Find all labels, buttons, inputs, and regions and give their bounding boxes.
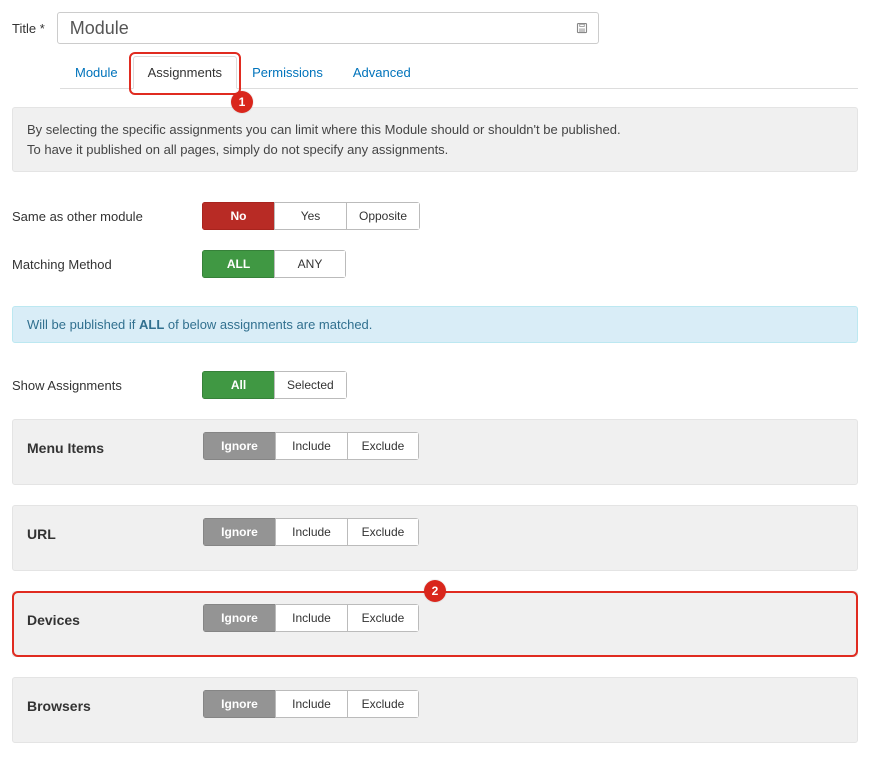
hint-prefix: Will be published if [27, 317, 139, 332]
info-line-2: To have it published on all pages, simpl… [27, 140, 843, 160]
same-as-segmented: NoYesOpposite [202, 202, 420, 230]
assign-segmented: IgnoreIncludeExclude [203, 690, 419, 718]
assign-opt-exclude[interactable]: Exclude [347, 518, 419, 546]
show-assign-label: Show Assignments [12, 378, 202, 393]
title-input[interactable] [68, 17, 588, 39]
tab-assignments[interactable]: Assignments [133, 56, 237, 89]
hint-box: Will be published if ALL of below assign… [12, 306, 858, 343]
info-box: By selecting the specific assignments yo… [12, 107, 858, 172]
assign-opt-exclude[interactable]: Exclude [347, 690, 419, 718]
assign-block-url: URLIgnoreIncludeExclude [12, 505, 858, 571]
matching-opt-all[interactable]: ALL [202, 250, 274, 278]
assign-opt-ignore[interactable]: Ignore [203, 690, 275, 718]
assign-opt-include[interactable]: Include [275, 604, 347, 632]
hint-bold: ALL [139, 317, 164, 332]
same-as-opt-opposite[interactable]: Opposite [346, 202, 420, 230]
assign-label: URL [27, 526, 203, 542]
assign-opt-include[interactable]: Include [275, 690, 347, 718]
tab-bar: ModuleAssignmentsPermissionsAdvanced [60, 56, 858, 89]
assign-label: Devices [27, 612, 203, 628]
show-assign-opt-selected[interactable]: Selected [274, 371, 347, 399]
matching-segmented: ALLANY [202, 250, 346, 278]
show-assign-segmented: AllSelected [202, 371, 347, 399]
hint-suffix: of below assignments are matched. [164, 317, 372, 332]
matching-label: Matching Method [12, 257, 202, 272]
title-label: Title * [12, 21, 45, 36]
info-line-1: By selecting the specific assignments yo… [27, 120, 843, 140]
assign-segmented: IgnoreIncludeExclude [203, 518, 419, 546]
assign-opt-ignore[interactable]: Ignore [203, 518, 275, 546]
title-input-wrap[interactable] [57, 12, 599, 44]
assign-segmented: IgnoreIncludeExclude [203, 432, 419, 460]
assign-opt-exclude[interactable]: Exclude [347, 432, 419, 460]
tab-module[interactable]: Module [60, 56, 133, 89]
assign-opt-exclude[interactable]: Exclude [347, 604, 419, 632]
assign-opt-ignore[interactable]: Ignore [203, 604, 275, 632]
assign-label: Browsers [27, 698, 203, 714]
save-icon [576, 22, 588, 34]
assign-block-browsers: BrowsersIgnoreIncludeExclude [12, 677, 858, 743]
assign-opt-ignore[interactable]: Ignore [203, 432, 275, 460]
assign-block-menu-items: Menu ItemsIgnoreIncludeExclude [12, 419, 858, 485]
assign-block-devices: DevicesIgnoreIncludeExclude [12, 591, 858, 657]
tab-permissions[interactable]: Permissions [237, 56, 338, 89]
show-assign-opt-all[interactable]: All [202, 371, 274, 399]
same-as-opt-yes[interactable]: Yes [274, 202, 346, 230]
same-as-opt-no[interactable]: No [202, 202, 274, 230]
matching-opt-any[interactable]: ANY [274, 250, 346, 278]
tab-advanced[interactable]: Advanced [338, 56, 426, 89]
assign-segmented: IgnoreIncludeExclude [203, 604, 419, 632]
same-as-label: Same as other module [12, 209, 202, 224]
assign-opt-include[interactable]: Include [275, 432, 347, 460]
assign-label: Menu Items [27, 440, 203, 456]
assign-opt-include[interactable]: Include [275, 518, 347, 546]
